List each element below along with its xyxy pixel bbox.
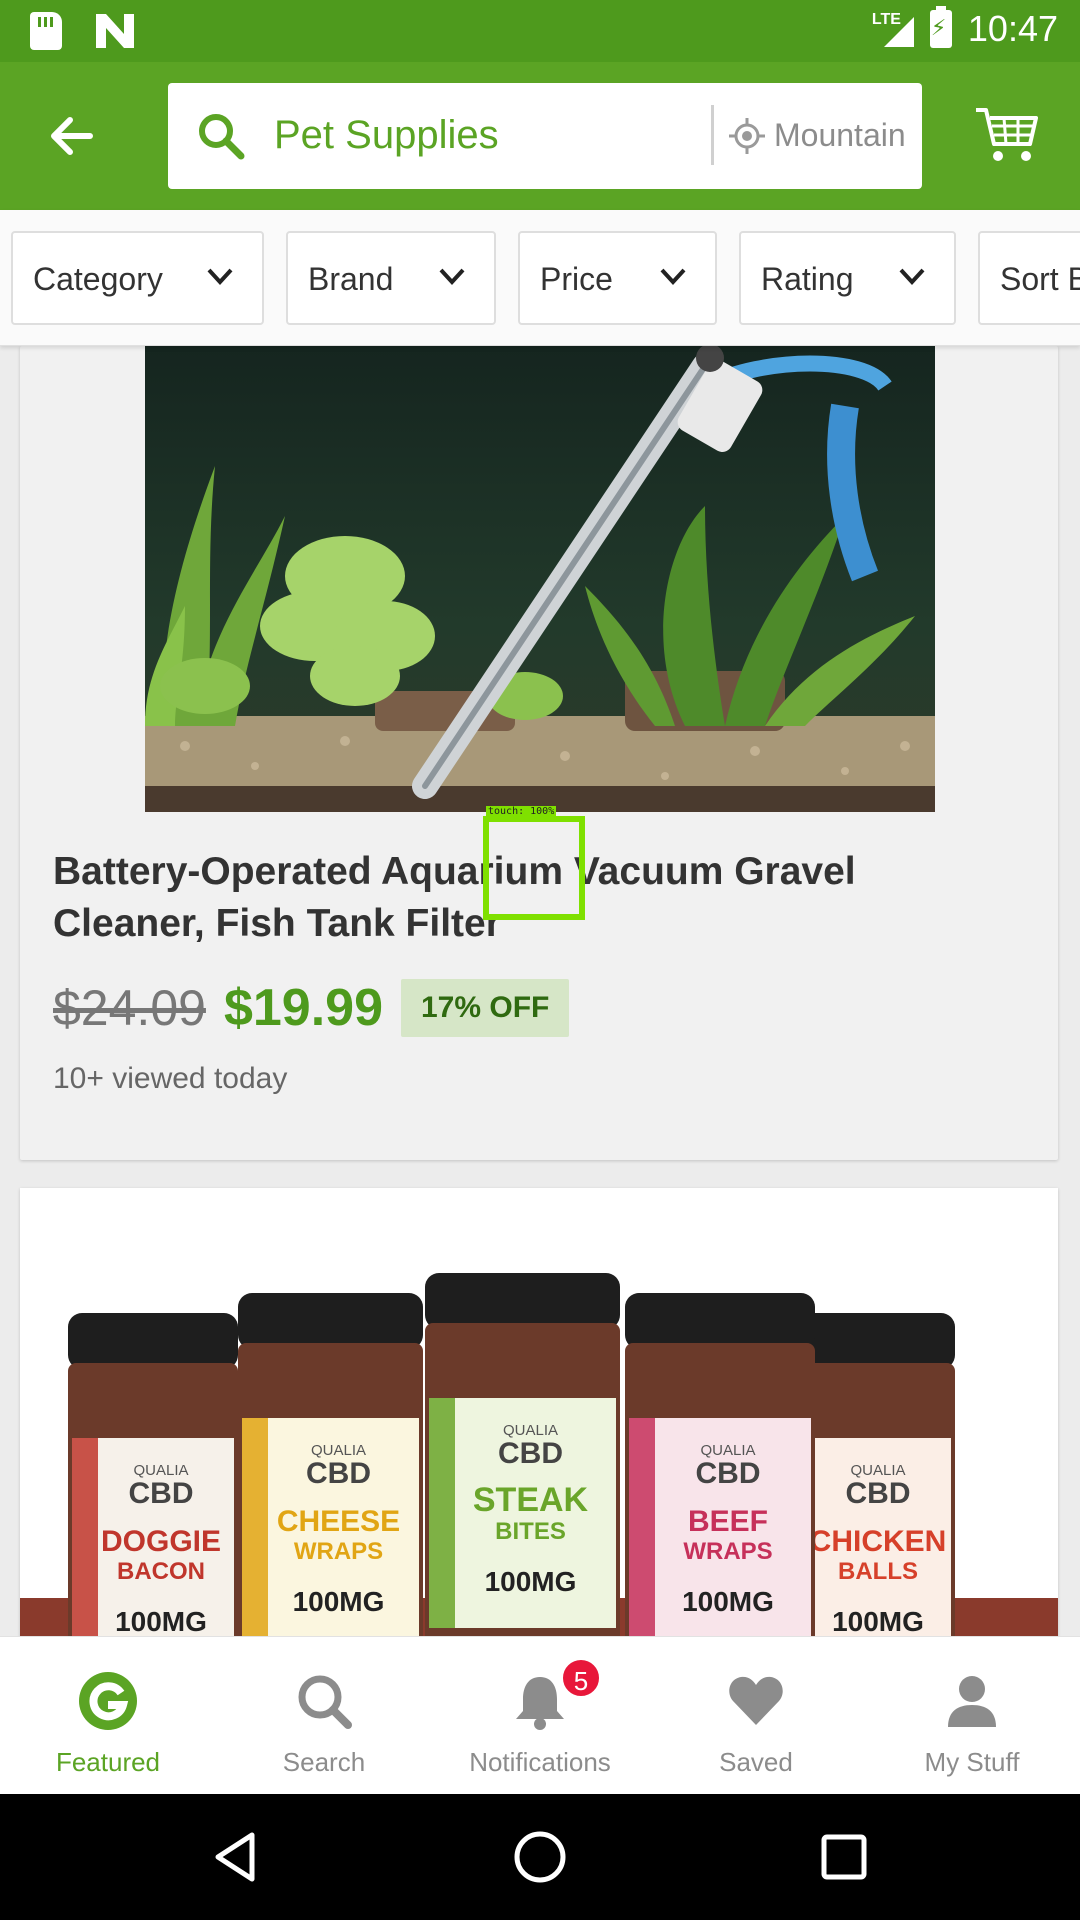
price-row: $24.09 $19.99 17% OFF: [53, 978, 570, 1038]
jar-lid: [238, 1293, 423, 1349]
product-card[interactable]: Battery-Operated Aquarium Vacuum Gravel …: [20, 346, 1058, 1160]
jar-flavor: STEAK: [473, 1481, 589, 1519]
filter-label: Category: [33, 261, 163, 297]
product-jar: QUALIACBDSTEAKBITES100MG: [425, 1273, 620, 1638]
jar-dose: 100MG: [485, 1566, 577, 1597]
aquarium-illustration: [145, 346, 935, 812]
jar-flavor: CHEESE: [277, 1505, 400, 1538]
jar-brand-mark: CBD: [696, 1457, 761, 1490]
nav-label: Search: [282, 1747, 366, 1777]
search-icon: [298, 1675, 352, 1729]
jar-flavor-sub: WRAPS: [294, 1538, 383, 1565]
filter-price[interactable]: Price: [518, 231, 717, 325]
search-query[interactable]: Pet Supplies: [274, 113, 499, 158]
search-icon: [199, 114, 245, 160]
sale-price: $19.99: [223, 979, 383, 1037]
jar-flavor: DOGGIE: [101, 1525, 221, 1558]
product-image-cbd-treats[interactable]: QUALIACBDDOGGIEBACON100MGQUALIACBDCHICKE…: [20, 1188, 1058, 1638]
notification-badge: 5: [560, 1657, 602, 1699]
jar-dose: 100MG: [115, 1606, 207, 1637]
nav-my-stuff[interactable]: My Stuff: [864, 1637, 1080, 1795]
chevron-down-icon: [899, 268, 925, 285]
jar-brand-mark: CBD: [846, 1477, 911, 1510]
filter-label: Sort B: [1000, 261, 1080, 297]
back-triangle-icon[interactable]: [206, 1827, 266, 1887]
jar-lid: [425, 1273, 620, 1329]
status-bar: LTE 10:47: [0, 0, 1080, 62]
jar-brand-mark: CBD: [498, 1437, 563, 1470]
filter-sort[interactable]: Sort B: [978, 231, 1080, 325]
signal-icon: LTE: [872, 9, 914, 49]
filter-category[interactable]: Category: [11, 231, 264, 325]
filter-label: Price: [540, 261, 613, 297]
sd-card-icon: [30, 12, 62, 50]
back-arrow-icon[interactable]: [44, 108, 100, 164]
person-icon: [948, 1676, 996, 1727]
original-price: $24.09: [53, 980, 206, 1036]
filter-bar: Category Brand Price Rating Sort B: [0, 210, 1080, 346]
search-divider: [711, 105, 714, 165]
chevron-down-icon: [439, 268, 465, 285]
jar-flavor-sub: BALLS: [838, 1558, 918, 1585]
jar-label-stripe: [242, 1418, 268, 1638]
jar-flavor-sub: WRAPS: [683, 1538, 772, 1565]
product-jar: QUALIACBDCHEESEWRAPS100MG: [238, 1293, 423, 1638]
jar-dose: 100MG: [293, 1586, 385, 1617]
chevron-down-icon: [207, 268, 233, 285]
nav-saved[interactable]: Saved: [648, 1637, 864, 1795]
nav-label: Featured: [55, 1747, 161, 1777]
recents-square-icon[interactable]: [814, 1827, 874, 1887]
jar-dose: 100MG: [682, 1586, 774, 1617]
search-bar[interactable]: Pet Supplies Mountain: [168, 83, 922, 189]
filter-brand[interactable]: Brand: [286, 231, 496, 325]
view-count: 10+ viewed today: [53, 1062, 288, 1095]
jar-flavor: BEEF: [688, 1505, 768, 1538]
nav-label: Saved: [719, 1747, 793, 1777]
cart-icon[interactable]: [974, 104, 1040, 164]
product-image-aquarium-vacuum[interactable]: [145, 346, 935, 812]
nav-notifications[interactable]: 5 Notifications: [432, 1637, 648, 1795]
nav-label: Notifications: [469, 1747, 611, 1777]
jar-label-stripe: [429, 1398, 455, 1628]
jar-lid: [625, 1293, 815, 1349]
bottom-nav: Featured Search 5 Notifications Saved My…: [0, 1636, 1080, 1794]
discount-badge: 17% OFF: [400, 979, 570, 1037]
filter-rating[interactable]: Rating: [739, 231, 956, 325]
g-logo-icon: [79, 1672, 137, 1730]
product-card[interactable]: QUALIA CBD DOGGIE BACON 100MG QUALIA CBD CHICKE…: [20, 1188, 1058, 1638]
location-target-icon[interactable]: [728, 117, 766, 155]
jar-flavor: CHICKEN: [810, 1525, 947, 1558]
chevron-down-icon: [660, 268, 686, 285]
jar-label-stripe: [629, 1418, 655, 1638]
nav-label: My Stuff: [924, 1747, 1020, 1777]
jar-flavor-sub: BITES: [495, 1518, 566, 1545]
battery-icon: [929, 6, 952, 48]
jar-brand-mark: CBD: [306, 1457, 371, 1490]
jar-brand-mark: CBD: [129, 1477, 194, 1510]
touch-indicator: [483, 816, 585, 920]
jar-lid: [68, 1313, 238, 1369]
jar-flavor-sub: BACON: [117, 1558, 205, 1585]
location-field[interactable]: Mountain: [774, 117, 909, 154]
heart-icon: [729, 1676, 783, 1725]
home-circle-icon[interactable]: [510, 1827, 570, 1887]
filter-label: Brand: [308, 261, 394, 297]
product-jar: QUALIACBDDOGGIEBACON100MG: [68, 1313, 238, 1638]
nav-featured[interactable]: Featured: [0, 1637, 216, 1795]
filter-label: Rating: [761, 261, 854, 297]
app-bar: Pet Supplies Mountain: [0, 62, 1080, 210]
jar-dose: 100MG: [832, 1606, 924, 1637]
system-nav-bar: [0, 1794, 1080, 1920]
nav-search[interactable]: Search: [216, 1637, 432, 1795]
product-jar: QUALIACBDBEEFWRAPS100MG: [625, 1293, 815, 1638]
clock: 10:47: [967, 8, 1058, 49]
n-notification-icon: [96, 14, 134, 48]
jar-label-stripe: [72, 1438, 98, 1638]
